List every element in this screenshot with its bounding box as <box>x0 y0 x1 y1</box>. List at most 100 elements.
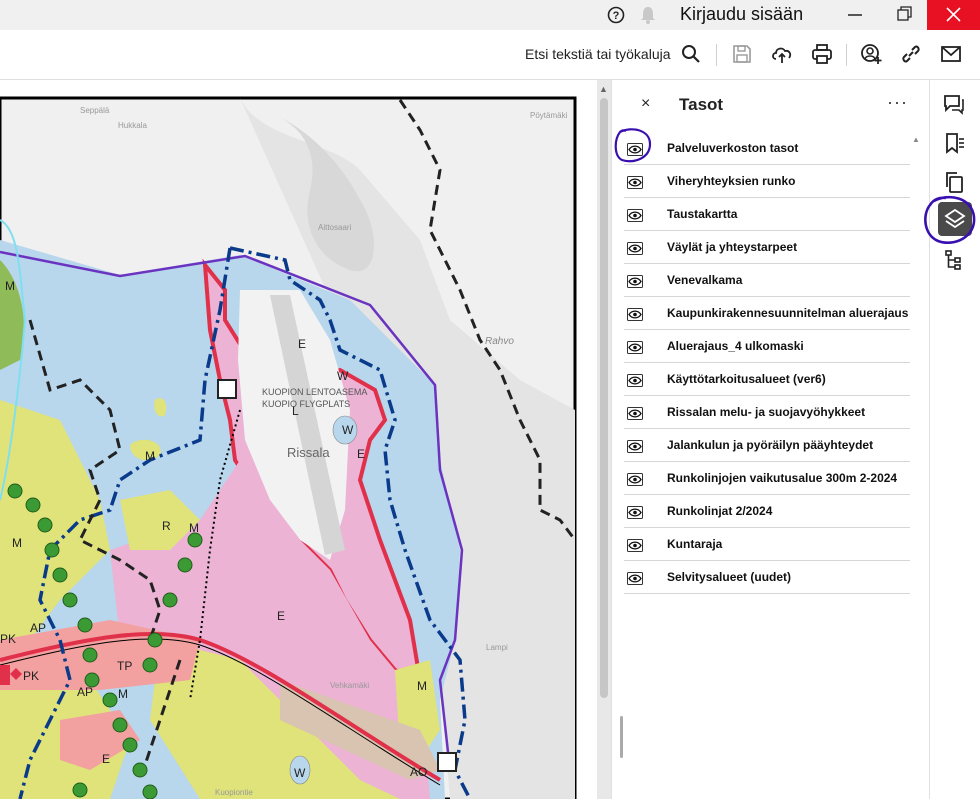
layer-label: Kuntaraja <box>667 537 723 551</box>
zone-label: AP <box>77 685 93 699</box>
map-label-vehkamaki: Vehkamäki <box>330 681 369 690</box>
map-label-hukkala: Hukkala <box>118 121 147 130</box>
layer-item[interactable]: Käyttötarkoitusalueet (ver6) <box>624 363 910 396</box>
panel-title: Tasot <box>679 95 724 114</box>
mail-icon[interactable] <box>939 42 963 66</box>
zone-label: M <box>5 279 15 293</box>
minimize-icon[interactable] <box>846 3 864 25</box>
layers-panel: × Tasot ··· Palveluverkoston tasot Viher… <box>611 80 929 799</box>
eye-icon[interactable] <box>627 539 643 552</box>
eye-icon[interactable] <box>627 242 643 255</box>
zone-label: AP <box>30 621 46 635</box>
eye-icon[interactable] <box>627 572 643 585</box>
layer-item[interactable]: Venevalkama <box>624 264 910 297</box>
scroll-up-icon[interactable]: ▲ <box>599 84 608 94</box>
search-icon[interactable] <box>679 42 703 66</box>
station-symbol <box>437 752 457 772</box>
zone-label: E <box>357 447 365 461</box>
layers-icon <box>944 208 966 229</box>
map-label-poytalamaki: Pöytämäki <box>530 111 568 120</box>
eye-icon[interactable] <box>627 440 643 453</box>
bookmark-icon[interactable] <box>942 131 966 155</box>
layer-item[interactable]: Runkolinjojen vaikutusalue 300m 2-2024 <box>624 462 910 495</box>
layer-label: Runkolinjat 2/2024 <box>667 504 773 518</box>
zone-label: W <box>337 369 349 383</box>
layer-label: Kaupunkirakennesuunnitelman aluerajaus <box>667 306 909 320</box>
panel-resize-handle[interactable] <box>620 716 623 758</box>
panel-scrollbar[interactable]: ▲ <box>911 135 921 795</box>
layer-item[interactable]: Palveluverkoston tasot <box>624 132 910 165</box>
layer-item[interactable]: Viheryhteyksien runko <box>624 165 910 198</box>
layer-label: Taustakartta <box>667 207 738 221</box>
eye-icon[interactable] <box>627 176 643 189</box>
panel-close-button[interactable]: × <box>641 95 650 113</box>
toolbar: Etsi tekstiä tai työkaluja <box>0 30 980 80</box>
add-user-icon[interactable] <box>859 42 883 66</box>
layer-item[interactable]: Kuntaraja <box>624 528 910 561</box>
toolbar-separator <box>846 44 847 66</box>
eye-icon[interactable] <box>627 143 643 156</box>
zone-label: M <box>189 521 199 535</box>
eye-icon[interactable] <box>627 407 643 420</box>
map-label-kuopiontie: Kuopiontie <box>215 788 253 797</box>
title-bar: ? Kirjaudu sisään <box>0 0 980 30</box>
zone-label: PK <box>23 669 39 683</box>
layer-label: Väylät ja yhteystarpeet <box>667 240 798 254</box>
land-use-map[interactable]: KUOPION LENTOASEMA KUOPIO FLYGPLATS Riss… <box>0 80 597 799</box>
layer-item[interactable]: Selvitysalueet (uudet) <box>624 561 910 594</box>
layer-item[interactable]: Aluerajaus_4 ulkomaski <box>624 330 910 363</box>
zone-label: AO <box>410 765 427 779</box>
layer-item[interactable]: Jalankulun ja pyöräilyn pääyhteydet <box>624 429 910 462</box>
restore-icon[interactable] <box>895 3 913 25</box>
zone-label: M <box>417 679 427 693</box>
document-scrollbar[interactable]: ▲ <box>597 80 611 799</box>
layer-label: Viheryhteyksien runko <box>667 174 796 188</box>
sign-in-link[interactable]: Kirjaudu sisään <box>680 4 803 25</box>
layer-item[interactable]: Väylät ja yhteystarpeet <box>624 231 910 264</box>
eye-icon[interactable] <box>627 374 643 387</box>
map-label-airport-sv: KUOPIO FLYGPLATS <box>262 399 350 409</box>
help-icon[interactable]: ? <box>607 6 625 24</box>
eye-icon[interactable] <box>627 275 643 288</box>
map-label-rahvo: Rahvo <box>485 336 514 347</box>
pages-icon[interactable] <box>942 170 966 194</box>
scroll-up-icon[interactable]: ▲ <box>912 135 920 144</box>
layers-tab-active[interactable] <box>938 202 972 236</box>
eye-icon[interactable] <box>627 209 643 222</box>
window-close-button[interactable] <box>927 0 980 30</box>
layer-item[interactable]: Kaupunkirakennesuunnitelman aluerajaus <box>624 297 910 330</box>
layer-label: Rissalan melu- ja suojavyöhykkeet <box>667 405 866 419</box>
eye-icon[interactable] <box>627 506 643 519</box>
layer-item[interactable]: Rissalan melu- ja suojavyöhykkeet <box>624 396 910 429</box>
save-icon[interactable] <box>730 42 754 66</box>
layer-label: Aluerajaus_4 ulkomaski <box>667 339 804 353</box>
tree-icon[interactable] <box>942 248 966 272</box>
airport-symbol <box>217 379 237 399</box>
layer-item[interactable]: Taustakartta <box>624 198 910 231</box>
search-tools-label[interactable]: Etsi tekstiä tai työkaluja <box>525 46 671 62</box>
zone-label: W <box>294 766 306 780</box>
zone-label: E <box>298 337 306 351</box>
zone-label: W <box>342 423 354 437</box>
comment-icon[interactable] <box>942 92 966 116</box>
scrollbar-thumb[interactable] <box>600 98 608 698</box>
zone-label: M <box>118 687 128 701</box>
eye-icon[interactable] <box>627 341 643 354</box>
layer-label: Venevalkama <box>667 273 743 287</box>
layer-list: Palveluverkoston tasot Viheryhteyksien r… <box>624 132 910 594</box>
document-viewport[interactable]: KUOPION LENTOASEMA KUOPIO FLYGPLATS Riss… <box>0 80 597 799</box>
layer-label: Selvitysalueet (uudet) <box>667 570 792 584</box>
zone-label: L <box>292 404 299 418</box>
right-tool-rail <box>929 80 980 799</box>
zone-label: M <box>145 449 155 463</box>
more-options-button[interactable]: ··· <box>887 92 908 113</box>
layer-label: Käyttötarkoitusalueet (ver6) <box>667 372 826 386</box>
eye-icon[interactable] <box>627 473 643 486</box>
eye-icon[interactable] <box>627 308 643 321</box>
upload-icon[interactable] <box>770 42 794 66</box>
print-icon[interactable] <box>810 42 834 66</box>
bell-icon[interactable] <box>639 5 657 25</box>
link-icon[interactable] <box>899 42 923 66</box>
map-label-lampi: Lampi <box>486 643 508 652</box>
layer-item[interactable]: Runkolinjat 2/2024 <box>624 495 910 528</box>
